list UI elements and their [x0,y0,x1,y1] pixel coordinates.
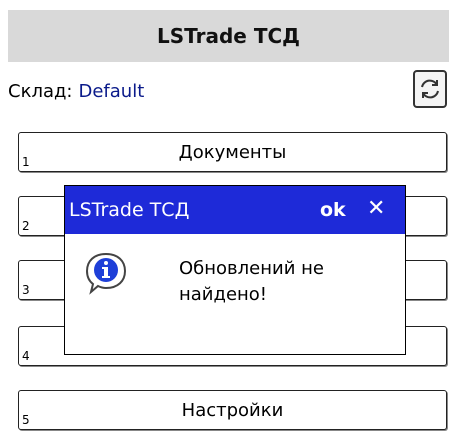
menu-number: 5 [22,413,30,427]
menu-number: 1 [22,155,30,169]
menu-label: Настройки [181,399,284,421]
menu-button-documents[interactable]: 1 Документы [18,132,447,172]
menu-number: 2 [22,219,30,233]
close-button[interactable]: ✕ [367,196,385,221]
message-dialog: LSTrade ТСД ok ✕ Обновлений не найдено! [64,185,406,355]
warehouse-label: Склад: [8,80,73,102]
menu-number: 4 [22,349,30,363]
ok-button[interactable]: ok [320,199,346,221]
app-header: LSTrade ТСД [8,10,449,62]
dialog-title: LSTrade ТСД [69,199,190,221]
dialog-message: Обновлений не найдено! [179,258,324,305]
menu-button-settings[interactable]: 5 Настройки [18,390,447,430]
info-icon [85,252,127,295]
app-title: LSTrade ТСД [157,24,300,48]
warehouse-row: Склад: Default [8,76,144,106]
dialog-titlebar: LSTrade ТСД ok ✕ [65,186,405,234]
menu-label: Документы [178,141,287,163]
warehouse-value[interactable]: Default [79,81,145,102]
menu-number: 3 [22,283,30,297]
refresh-icon [421,79,439,99]
refresh-button[interactable] [413,70,447,108]
